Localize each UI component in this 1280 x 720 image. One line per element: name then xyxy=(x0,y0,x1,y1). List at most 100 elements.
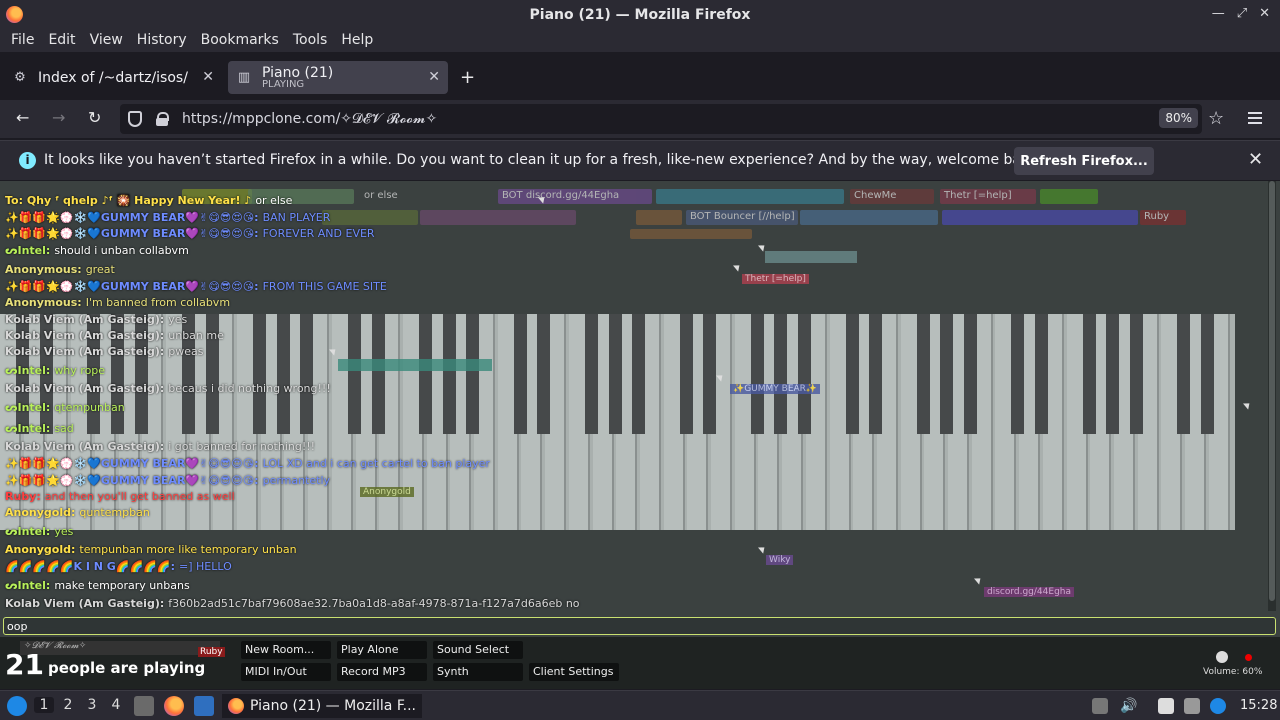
terminal-icon[interactable] xyxy=(194,696,214,716)
piano-black-key[interactable] xyxy=(679,314,693,434)
menu-help[interactable]: Help xyxy=(334,30,380,52)
chat-author[interactable]: Kolab Viem (Am Gasteig): xyxy=(5,382,164,395)
chat-author[interactable]: ᔕIntel: xyxy=(5,579,50,592)
player-tag[interactable]: BOT discord.gg/44Egha xyxy=(498,189,652,204)
piano-black-key[interactable] xyxy=(869,314,883,434)
piano-black-key[interactable] xyxy=(442,314,456,434)
sound-select-button[interactable]: Sound Select xyxy=(433,641,523,659)
workspace-4[interactable]: 4 xyxy=(106,697,126,713)
chat-author[interactable]: Anonygold: xyxy=(5,506,75,519)
shield-icon[interactable] xyxy=(128,111,142,127)
chat-author[interactable]: ✨🎁🎁🌟💮❄️💙GUMMY BEAR💜✌😋😎😍😘: xyxy=(5,457,259,470)
piano-black-key[interactable] xyxy=(916,314,930,434)
menu-bookmarks[interactable]: Bookmarks xyxy=(194,30,286,52)
chat-author[interactable]: ✨🎁🎁🌟💮❄️💙GUMMY BEAR💜✌😋😎😍😘: xyxy=(5,280,259,293)
chat-author[interactable]: ᔕIntel: xyxy=(5,422,50,435)
player-tag[interactable]: Ruby xyxy=(1140,210,1186,225)
zoom-level[interactable]: 80% xyxy=(1159,108,1198,128)
forward-icon[interactable]: → xyxy=(52,108,65,127)
room-selector[interactable]: ✧𝓓𝓔𝓥 𝓡𝓸𝓸𝓶✧ xyxy=(20,641,220,655)
player-tag[interactable] xyxy=(630,229,752,239)
piano-black-key[interactable] xyxy=(964,314,977,434)
chat-author[interactable]: ✨🎁🎁🌟💮❄️💙GUMMY BEAR💜✌😋😎😍😘: xyxy=(5,211,259,224)
reload-icon[interactable]: ↻ xyxy=(88,108,101,127)
menu-tools[interactable]: Tools xyxy=(286,30,335,52)
clipboard-icon[interactable] xyxy=(1158,698,1174,714)
menu-history[interactable]: History xyxy=(130,30,194,52)
chat-author[interactable]: Kolab Viem (Am Gasteig): xyxy=(5,345,164,358)
player-tag[interactable] xyxy=(656,189,844,204)
midi-in-out-button[interactable]: MIDI In/Out xyxy=(241,663,331,681)
piano-black-key[interactable] xyxy=(1177,314,1191,434)
chat-author[interactable]: ✨🎁🎁🌟💮❄️💙GUMMY BEAR💜✌😋😎😍😘: xyxy=(5,227,259,240)
close-window-icon[interactable]: ✕ xyxy=(1259,6,1270,21)
updates-icon[interactable] xyxy=(1210,698,1226,714)
refresh-firefox-button[interactable]: Refresh Firefox... xyxy=(1014,147,1154,175)
player-tag[interactable] xyxy=(636,210,682,225)
piano-black-key[interactable] xyxy=(1129,314,1143,434)
player-tag[interactable] xyxy=(1040,189,1098,204)
piano-black-key[interactable] xyxy=(1082,314,1096,434)
player-tag[interactable] xyxy=(800,210,938,225)
piano-black-key[interactable] xyxy=(418,314,432,434)
tab-close-icon[interactable]: ✕ xyxy=(202,69,214,85)
piano-black-key[interactable] xyxy=(1201,314,1214,434)
chat-author[interactable]: Kolab Viem (Am Gasteig): xyxy=(5,597,164,610)
piano-black-key[interactable] xyxy=(750,314,764,434)
player-tag[interactable]: Thetr [=help] xyxy=(940,189,1036,204)
piano-black-key[interactable] xyxy=(276,314,290,434)
piano-black-key[interactable] xyxy=(584,314,598,434)
piano-black-key[interactable] xyxy=(1035,314,1049,434)
piano-black-key[interactable] xyxy=(1011,314,1025,434)
chat-input[interactable]: oop xyxy=(3,617,1276,635)
piano-black-key[interactable] xyxy=(253,314,266,434)
hamburger-menu-icon[interactable] xyxy=(1248,110,1262,124)
chat-author[interactable]: Anonymous: xyxy=(5,263,82,276)
file-manager-icon[interactable] xyxy=(134,696,154,716)
chat-author[interactable]: Anonygold: xyxy=(5,543,75,556)
chat-scrollbar[interactable] xyxy=(1268,181,1276,611)
new-tab-icon[interactable]: + xyxy=(460,67,475,88)
piano-black-key[interactable] xyxy=(774,314,788,434)
player-tag[interactable] xyxy=(322,210,418,225)
tab-close-icon[interactable]: ✕ xyxy=(428,69,440,85)
workspace-2[interactable]: 2 xyxy=(58,697,78,713)
volume-icon[interactable]: 🔊 xyxy=(1120,698,1137,714)
piano-black-key[interactable] xyxy=(513,314,527,434)
chat-author[interactable]: ᔕIntel: xyxy=(5,364,50,377)
piano-black-key[interactable] xyxy=(537,314,551,434)
scrollbar-thumb[interactable] xyxy=(1269,181,1275,601)
synth-button[interactable]: Synth xyxy=(433,663,523,681)
chat-author[interactable]: Kolab Viem (Am Gasteig): xyxy=(5,440,164,453)
piano-black-key[interactable] xyxy=(300,314,314,434)
chat-author[interactable]: Anonymous: xyxy=(5,296,82,309)
chat-author[interactable]: ᔕIntel: xyxy=(5,244,50,257)
new-room-button[interactable]: New Room... xyxy=(241,641,331,659)
piano-black-key[interactable] xyxy=(940,314,954,434)
workspace-1[interactable]: 1 xyxy=(34,697,54,713)
chat-author[interactable]: ᔕIntel: xyxy=(5,525,50,538)
display-icon[interactable] xyxy=(1184,698,1200,714)
client-settings-button[interactable]: Client Settings xyxy=(529,663,619,681)
menu-edit[interactable]: Edit xyxy=(41,30,82,52)
piano-black-key[interactable] xyxy=(347,314,361,434)
piano-black-key[interactable] xyxy=(632,314,646,434)
record-mp3-button[interactable]: Record MP3 xyxy=(337,663,427,681)
play-alone-button[interactable]: Play Alone xyxy=(337,641,427,659)
piano-black-key[interactable] xyxy=(798,314,812,434)
piano-black-key[interactable] xyxy=(608,314,622,434)
player-tag[interactable]: ChewMe xyxy=(850,189,934,204)
piano-black-key[interactable] xyxy=(703,314,717,434)
taskbar-firefox-window[interactable]: Piano (21) — Mozilla F... xyxy=(222,694,422,718)
volume-knob[interactable] xyxy=(1216,651,1228,663)
piano-black-key[interactable] xyxy=(466,314,480,434)
start-menu-icon[interactable] xyxy=(7,696,27,716)
player-tag[interactable] xyxy=(942,210,1138,225)
lock-icon[interactable] xyxy=(156,112,169,126)
maximize-icon[interactable]: ⤢ xyxy=(1237,6,1247,21)
bookmark-star-icon[interactable]: ☆ xyxy=(1208,108,1224,129)
url-text[interactable]: https://mppclone.com/✧𝓓𝓔𝓥 𝓡𝓸𝓸𝓶✧ xyxy=(182,111,437,127)
workspace-3[interactable]: 3 xyxy=(82,697,102,713)
chat-author[interactable]: To: Qhy ᶠ qhelp ♪ᶠ 🎇 Happy New Year! ♪ xyxy=(5,194,251,207)
chat-author[interactable]: Ruby: xyxy=(5,490,41,503)
